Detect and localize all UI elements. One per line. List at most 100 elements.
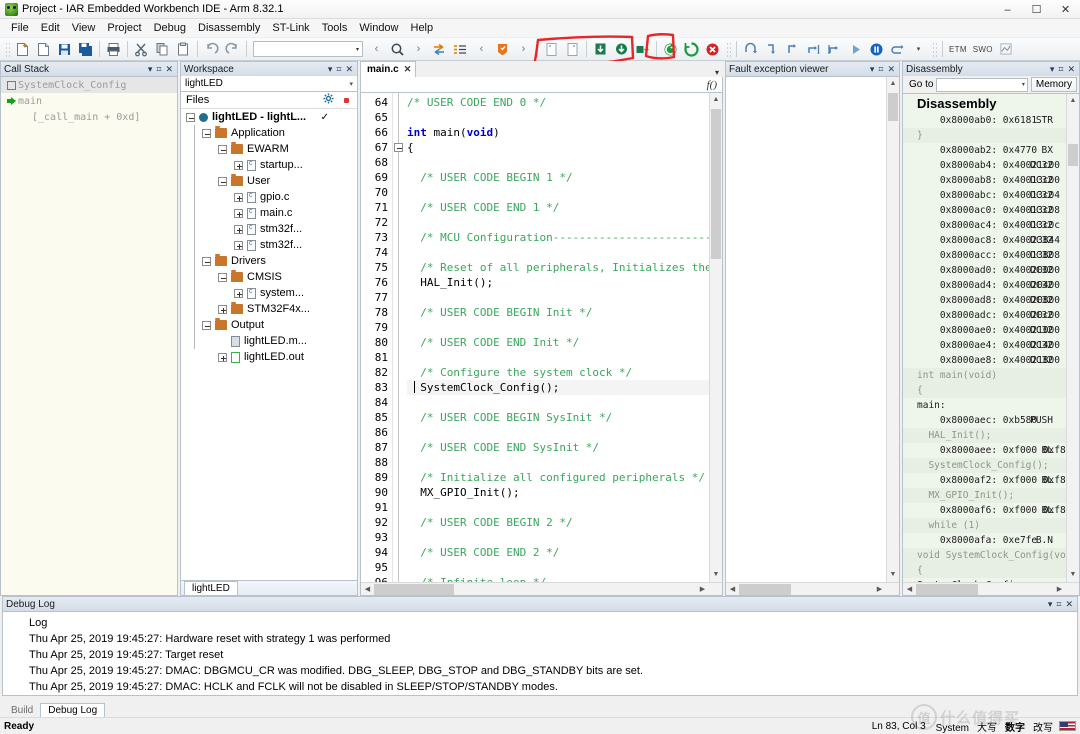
fold-toggle[interactable] [394,143,403,152]
menu-item-edit[interactable]: Edit [35,20,66,36]
tree-collapse-toggle[interactable] [218,144,227,154]
goto-input[interactable]: ▾ [936,77,1028,92]
compile-icon[interactable] [542,40,561,59]
gear-icon[interactable] [323,93,334,107]
download-and-debug-icon[interactable] [591,40,610,59]
open-document-icon[interactable] [34,40,53,59]
scroll-up-icon[interactable]: ▲ [710,93,722,106]
tree-item[interactable]: system... [181,285,357,301]
save-icon[interactable] [55,40,74,59]
reset-icon[interactable] [661,40,680,59]
tree-item[interactable]: lightLED.m... [181,333,357,349]
scrollbar-thumb[interactable] [916,583,978,595]
reset-target-icon[interactable] [888,40,907,59]
chevron-down-icon[interactable]: ▾ [328,64,333,75]
tree-item[interactable]: CMSIS [181,269,357,285]
scroll-right-icon[interactable]: ▶ [1053,585,1066,593]
make-icon[interactable] [563,40,582,59]
tree-item[interactable]: stm32f... [181,221,357,237]
copy-icon[interactable] [153,40,172,59]
tree-collapse-toggle[interactable] [202,256,211,266]
call-stack-row[interactable]: main [1,93,177,109]
print-icon[interactable] [104,40,123,59]
step-into-icon[interactable] [762,40,781,59]
menu-item-project[interactable]: Project [101,20,147,36]
restart-icon[interactable] [682,40,701,59]
undo-icon[interactable] [202,40,221,59]
tree-expand-toggle[interactable] [234,224,243,234]
close-icon[interactable]: ✕ [345,64,353,75]
find-next-icon[interactable]: › [409,40,428,59]
power-log-icon[interactable] [997,40,1016,59]
debug-without-download-icon[interactable] [612,40,631,59]
scrollbar-thumb[interactable] [888,93,898,121]
scroll-right-icon[interactable]: ▶ [873,585,886,593]
scroll-down-icon[interactable]: ▼ [1067,568,1079,581]
scrollbar-thumb[interactable] [374,583,454,595]
pin-icon[interactable]: ⌗ [1058,64,1063,75]
workspace-tab-lightled[interactable]: lightLED [184,581,238,595]
scroll-left-icon[interactable]: ◀ [903,585,916,593]
minimize-button[interactable]: – [993,0,1022,19]
chevron-down-icon[interactable]: ▾ [1048,599,1053,610]
function-list-label[interactable]: f() [707,79,717,91]
break-icon[interactable] [867,40,886,59]
chevron-down-icon[interactable]: ▾ [148,64,153,75]
menu-item-view[interactable]: View [66,20,102,36]
call-stack-row[interactable]: SystemClock_Config [1,77,177,93]
editor-code-area[interactable]: 64 65 66 67 68 69 70 71 72 73 74 75 76 77 78 79 80 81 82 83… [360,92,723,596]
navigate-back-icon[interactable]: ‹ [472,40,491,59]
pin-icon[interactable]: ⌗ [878,64,883,75]
menu-item-help[interactable]: Help [405,20,440,36]
scroll-left-icon[interactable]: ◀ [361,585,374,593]
disassembly-horizontal-scrollbar[interactable]: ◀ ▶ [903,582,1079,595]
tree-expand-toggle[interactable] [218,304,227,314]
cut-icon[interactable] [132,40,151,59]
stop-debugging-icon[interactable] [703,40,722,59]
close-icon[interactable]: ✕ [1065,599,1073,610]
tree-item[interactable]: User [181,173,357,189]
bottom-tab-debug-log[interactable]: Debug Log [40,703,106,717]
navigate-forward-icon[interactable]: › [514,40,533,59]
menu-item-st-link[interactable]: ST-Link [266,20,315,36]
go-icon[interactable] [846,40,865,59]
disassembly-body[interactable]: Disassembly STR 0x8000ab0: 0x6181} BX 0x8… [902,93,1080,596]
memory-button[interactable]: Memory [1030,77,1077,92]
tree-collapse-toggle[interactable] [186,112,195,122]
close-icon[interactable]: ✕ [165,64,173,75]
redo-icon[interactable] [223,40,242,59]
next-statement-icon[interactable] [804,40,823,59]
close-icon[interactable]: ✕ [887,64,895,75]
chevron-down-icon[interactable]: ▾ [1050,64,1055,75]
tree-collapse-toggle[interactable] [218,272,227,282]
scroll-right-icon[interactable]: ▶ [696,585,709,593]
tree-item[interactable]: gpio.c [181,189,357,205]
us-flag-icon[interactable] [1059,721,1076,731]
pin-icon[interactable]: ⌗ [336,64,341,75]
scroll-up-icon[interactable]: ▲ [1067,94,1079,107]
tree-item[interactable]: Output [181,317,357,333]
menu-item-debug[interactable]: Debug [148,20,192,36]
tree-item[interactable]: EWARM [181,141,357,157]
tree-item[interactable]: main.c [181,205,357,221]
scroll-down-icon[interactable]: ▼ [887,568,899,581]
editor-horizontal-scrollbar[interactable]: ◀ ▶ [361,582,722,595]
close-icon[interactable]: ✕ [1067,64,1075,75]
tree-expand-toggle[interactable] [234,192,243,202]
tree-expand-toggle[interactable] [234,240,243,250]
menu-item-window[interactable]: Window [353,20,404,36]
scrollbar-thumb[interactable] [711,109,721,259]
tree-item[interactable]: lightLED - lightL... ✓ [181,109,357,125]
close-button[interactable]: ✕ [1051,0,1080,19]
toolbar-grip[interactable] [4,40,10,58]
chevron-down-icon[interactable]: ▾ [909,40,928,59]
editor-vertical-scrollbar[interactable]: ▲ ▼ [709,93,722,595]
code-folding-column[interactable] [393,93,407,595]
chevron-down-icon[interactable]: ▾ [870,64,875,75]
tree-expand-toggle[interactable] [218,352,227,362]
go-to-definition-icon[interactable] [430,40,449,59]
disassembly-vertical-scrollbar[interactable]: ▲ ▼ [1066,94,1079,595]
fault-viewer-vertical-scrollbar[interactable]: ▲ ▼ [886,77,899,595]
tree-collapse-toggle[interactable] [202,128,211,138]
toolbar-grip[interactable] [931,40,937,58]
